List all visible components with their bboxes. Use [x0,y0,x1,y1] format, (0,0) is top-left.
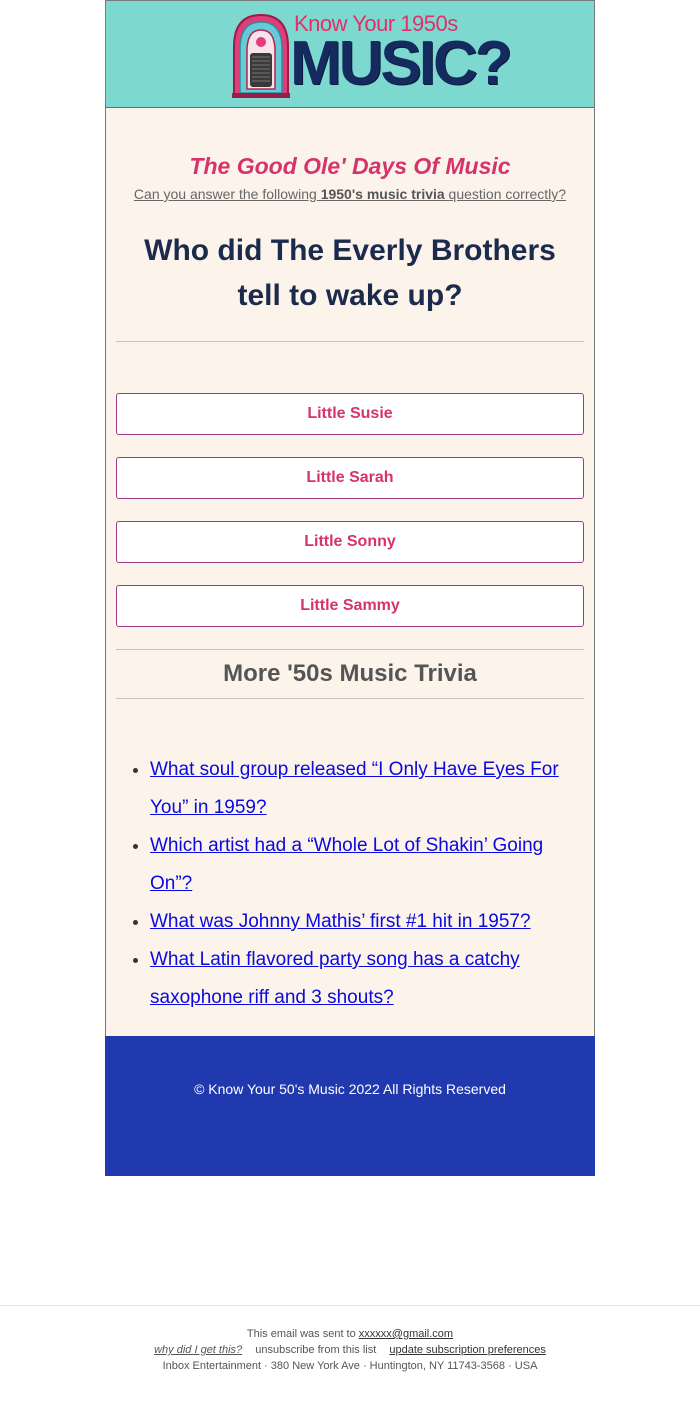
list-item: What was Johnny Mathis’ first #1 hit in … [150,903,574,941]
answer-button[interactable]: Little Sarah [116,457,584,499]
answer-button[interactable]: Little Sonny [116,521,584,563]
why-link[interactable]: why did I get this? [154,1344,242,1356]
list-item: Which artist had a “Whole Lot of Shakin’… [150,827,574,903]
answer-button[interactable]: Little Sammy [116,585,584,627]
trivia-link[interactable]: What was Johnny Mathis’ first #1 hit in … [150,911,531,932]
divider [116,341,584,342]
subline-text-pre: Can you answer the following [133,186,321,202]
intro-subline: Can you answer the following 1950's musi… [116,184,584,204]
answer-button[interactable]: Little Susie [116,393,584,435]
answer-list: Little Susie Little Sarah Little Sonny L… [116,393,584,627]
trivia-link[interactable]: What Latin flavored party song has a cat… [150,949,520,1008]
update-preferences-link[interactable]: update subscription preferences [389,1344,546,1356]
logo-text-big: MUSIC? [290,29,513,98]
sent-to-label: This email was sent to [246,1328,359,1340]
main-content: The Good Ole' Days Of Music Can you answ… [106,152,594,1036]
logo[interactable]: Know Your 1950s MUSIC? [230,11,513,101]
footer-banner: © Know Your 50's Music 2022 All Rights R… [105,1036,595,1176]
list-item: What Latin flavored party song has a cat… [150,941,574,1017]
copyright-text: © Know Your 50's Music 2022 All Rights R… [194,1081,506,1097]
unsubscribe-link[interactable]: unsubscribe from this list [255,1344,376,1356]
more-trivia-heading: More '50s Music Trivia [223,660,477,687]
more-trivia-list: What soul group released “I Only Have Ey… [116,751,584,1017]
subline-text-bold: 1950's music trivia [320,186,445,202]
subscription-links: why did I get this? unsubscribe from thi… [0,1342,700,1358]
email-container: Know Your 1950s MUSIC? The Good Ole' Day… [105,0,595,1176]
divider [116,698,584,699]
sent-to-line: This email was sent to xxxxxx@gmail.com [0,1326,700,1342]
sender-address: Inbox Entertainment · 380 New York Ave ·… [162,1360,538,1372]
recipient-email-link[interactable]: xxxxxx@gmail.com [359,1328,453,1340]
list-item: What soul group released “I Only Have Ey… [150,751,574,827]
trivia-link[interactable]: Which artist had a “Whole Lot of Shakin’… [150,835,543,894]
jukebox-icon [232,13,290,98]
email-legal-footer: This email was sent to xxxxxx@gmail.com … [0,1305,700,1374]
trivia-link[interactable]: What soul group released “I Only Have Ey… [150,759,559,818]
header-banner: Know Your 1950s MUSIC? [106,1,594,108]
subline-text-post: question correctly? [444,186,567,202]
tagline: The Good Ole' Days Of Music [189,153,511,179]
question-heading: Who did The Everly Brothers tell to wake… [144,234,556,312]
